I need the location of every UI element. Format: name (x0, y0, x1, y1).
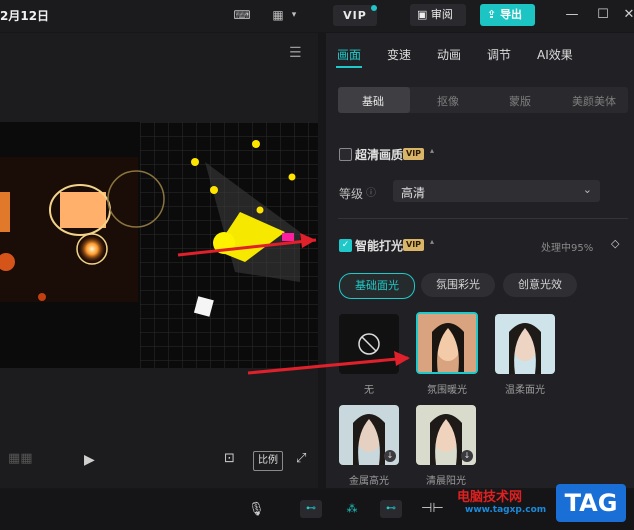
arrow-line (247, 356, 409, 375)
annotation-arrows (177, 233, 410, 375)
watermark-site: 电脑技术网 (457, 490, 523, 505)
arrow-line (177, 238, 317, 257)
arrow-head (394, 351, 410, 366)
arrow-head (300, 233, 316, 248)
watermark-logo: TAG (556, 484, 626, 522)
watermark-url: www.tagxp.com (465, 505, 547, 515)
